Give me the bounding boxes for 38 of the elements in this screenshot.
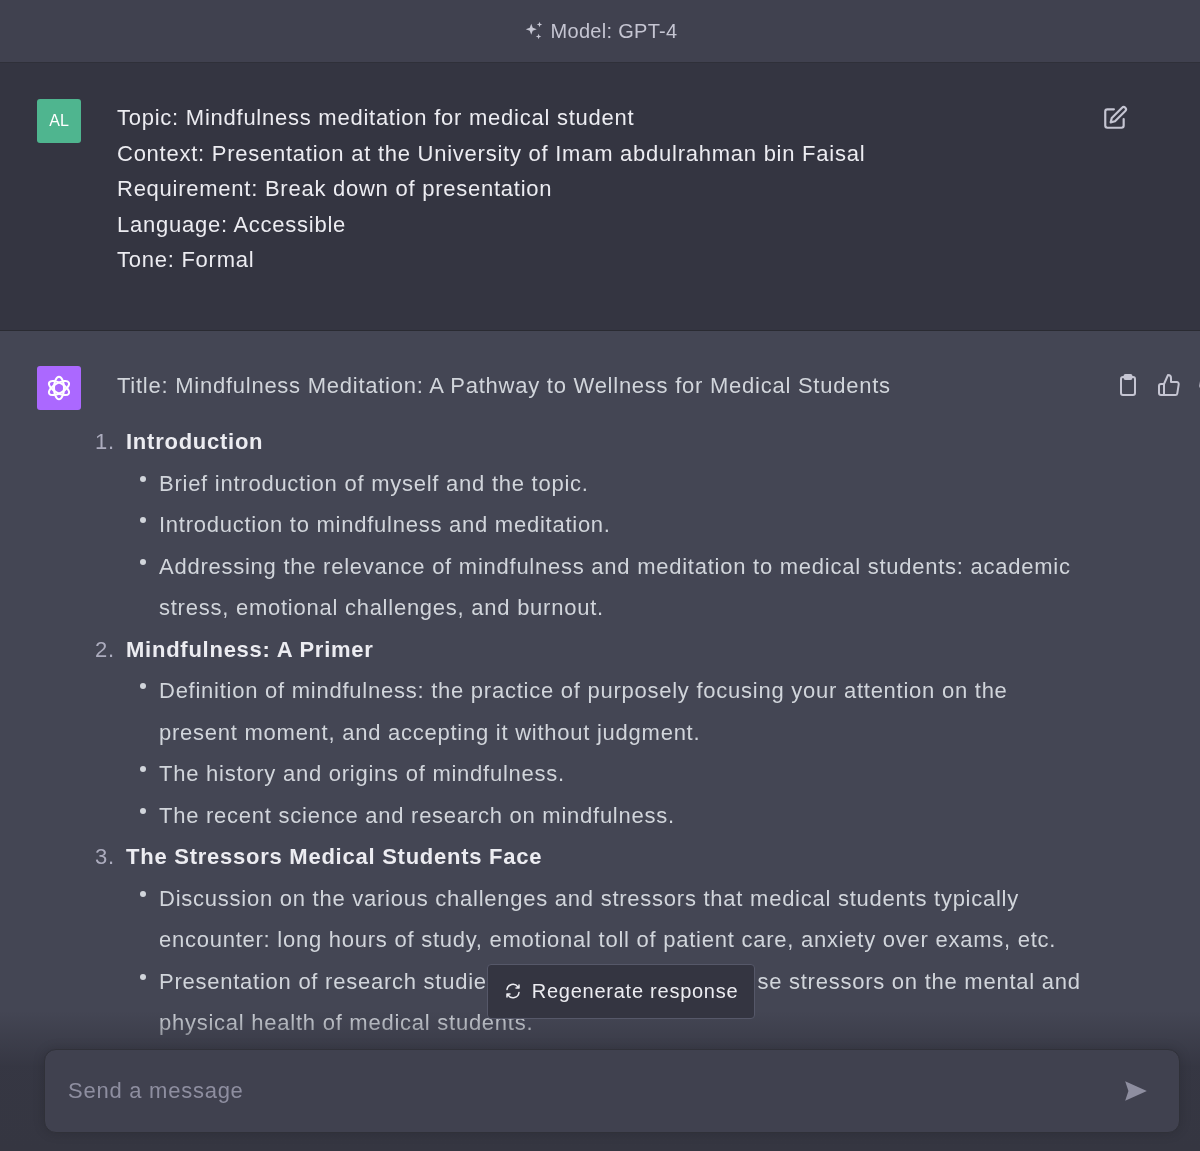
- bullet-text: Addressing the relevance of mindfulness and meditation to medical students: academic stress, emotional challenges, and burnout.: [159, 552, 1072, 622]
- bullet-text: Definition of mindfulness: the practice of purposely focusing your attention on the present moment, and accepting it without judgment.: [159, 677, 1009, 747]
- bullet-dot: [140, 683, 146, 689]
- message-text: Title: Mindfulness Meditation: A Pathway to Wellness for Medical Students: [117, 372, 891, 400]
- bullet-dot: [140, 558, 146, 565]
- message-text: Context: Presentation at the University of Imam abdulrahman bin Faisal: [117, 139, 867, 168]
- bullet-text: The recent science and research on mindfulness.: [159, 801, 676, 830]
- bullet-dot: [140, 973, 146, 980]
- thumbs-up-icon[interactable]: [1157, 373, 1181, 397]
- section-heading: The Stressors Medical Students Face: [126, 843, 543, 871]
- bullet-dot: [140, 890, 146, 897]
- message-text: Tone: Formal: [117, 246, 256, 274]
- section-heading: Introduction: [126, 428, 264, 456]
- bullet-text: Presentation of research studie: [159, 967, 487, 996]
- message-text: Requirement: Break down of presentation: [117, 175, 554, 203]
- list-number: 3.: [95, 843, 116, 871]
- list-number: 2.: [95, 635, 116, 664]
- refresh-icon: [503, 982, 522, 1001]
- message-text: Topic: Mindfulness meditation for medical student: [117, 104, 636, 132]
- user-avatar: AL: [37, 99, 81, 143]
- bullet-text: The history and origins of mindfulness.: [159, 760, 566, 788]
- section-heading: Mindfulness: A Primer: [126, 635, 374, 664]
- edit-icon[interactable]: [1102, 105, 1128, 131]
- model-label[interactable]: Model: GPT-4: [522, 19, 678, 43]
- send-icon[interactable]: [1123, 1078, 1149, 1104]
- bullet-dot: [140, 517, 146, 523]
- placeholder-text: Send a message: [68, 1078, 244, 1104]
- message-input[interactable]: Send a message: [44, 1049, 1180, 1133]
- regenerate-button[interactable]: Regenerate response: [486, 963, 756, 1019]
- bullet-dot: [140, 766, 146, 772]
- bullet-text: se stressors on the mental and: [757, 967, 1081, 996]
- bullet-dot: [140, 475, 146, 482]
- message-text: Language: Accessible: [117, 210, 348, 239]
- bullet-text: Discussion on the various challenges and stressors that medical students typically encounter: long hours of study, emotional toll of patient care, anxiety over exams, etc.: [159, 884, 1058, 954]
- bullet-text: Introduction to mindfulness and meditation.: [159, 511, 612, 539]
- bullet-dot: [140, 807, 146, 814]
- bullet-text: Brief introduction of myself and the topic.: [159, 469, 590, 498]
- list-number: 1.: [95, 428, 116, 456]
